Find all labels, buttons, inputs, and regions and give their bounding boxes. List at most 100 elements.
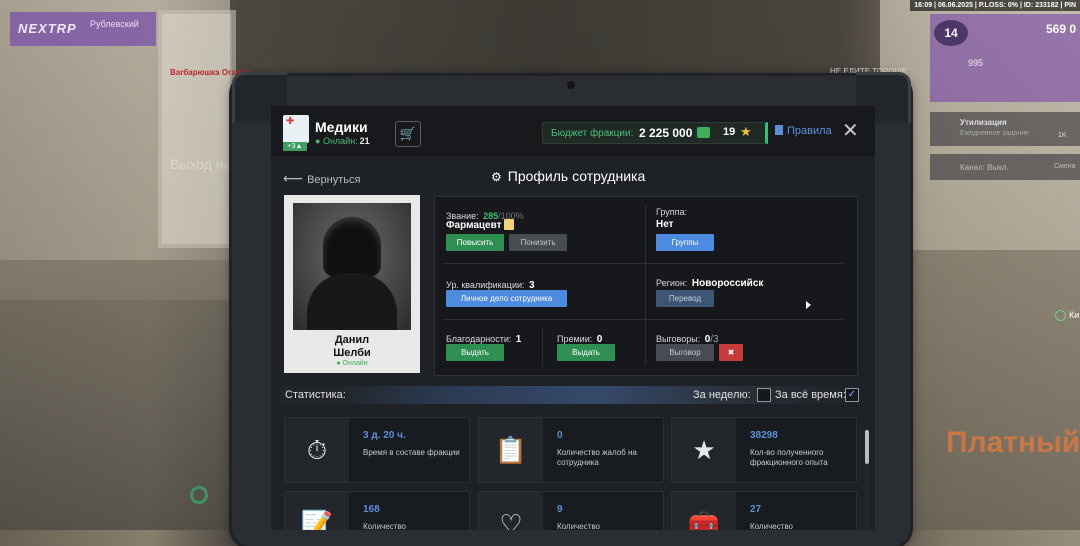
week-filter-label: За неделю: (693, 389, 751, 401)
voice-channel-switch[interactable]: Смена (1054, 163, 1076, 170)
give-thanks-button[interactable]: Выдать (446, 344, 504, 361)
faction-stars: 19 (723, 126, 736, 138)
transfer-button[interactable]: Перевод (656, 290, 714, 307)
employee-photo (293, 203, 411, 330)
stat-label: Кол-во полученного фракционного опыта (750, 448, 828, 467)
remove-reprimand-icon[interactable]: ✖ (719, 344, 743, 361)
thanks-label: Благодарности: (446, 334, 512, 344)
exp-stars-icon: ★ (672, 418, 736, 482)
week-checkbox[interactable] (757, 388, 771, 402)
stat-value: 0 (557, 430, 563, 441)
stat-label: Время в составе фракции (363, 448, 460, 457)
region-value: Новороссийск (691, 278, 764, 289)
employee-name: Данил Шелби (333, 334, 371, 359)
qualification-label: Ур. квалификации: (446, 280, 525, 290)
player-money: 569 0 (1046, 22, 1077, 36)
daily-task-subtitle: Ежедневное задание (960, 130, 1029, 137)
back-button[interactable]: ⟵ Вернуться (283, 170, 360, 187)
divider (645, 205, 646, 365)
faction-online: ● Онлайн: 21 (315, 136, 370, 146)
demote-button[interactable]: Понизить (509, 234, 567, 251)
stat-tile: 📋 0 Количество жалоб на сотрудника (478, 417, 664, 483)
groups-button[interactable]: Группы (656, 234, 714, 251)
rules-link[interactable]: Правила (775, 125, 832, 137)
budget-label: Бюджет фракции: (551, 128, 634, 139)
world-marker-icon (190, 486, 208, 504)
faction-header: +3▲ Медики ● Онлайн:21 🛒 Бюджет фракции:… (271, 106, 875, 156)
region-label: Регион: (656, 278, 688, 288)
faction-rating-badge: +3▲ (283, 142, 307, 151)
bonus-label: Премии: (557, 334, 593, 344)
brand-name: NEXTRP (18, 21, 77, 36)
group-value: Нет (656, 219, 674, 230)
daily-task-reward: 1K (1058, 132, 1067, 139)
world-paid-label: Платный (946, 426, 1080, 459)
employee-online-status: ● Онлайн (336, 360, 368, 367)
rank-name-text: Фармацевт (446, 220, 502, 231)
online-label: Онлайн: (322, 136, 358, 146)
group-label: Группа: (656, 207, 688, 217)
stat-tile: 📝 168 Количество (284, 491, 470, 530)
reprimand-button[interactable]: Выговор (656, 344, 714, 361)
all-time-checkbox[interactable]: ✓ (845, 388, 859, 402)
background-door (158, 10, 236, 248)
stat-tile: ★ 38298 Кол-во полученного фракционного … (671, 417, 857, 483)
promote-button[interactable]: Повысить (446, 234, 504, 251)
budget-amount: 2 225 000 (639, 126, 693, 140)
world-exit-label: Выход на (170, 156, 232, 172)
all-time-filter-label: За всё время: (775, 389, 846, 401)
stat-label: Количество (363, 522, 406, 530)
region-section: Регион: Новороссийск (656, 273, 763, 291)
status-bar: 16:09 | 06.06.2025 | P.LOSS: 0% | ID: 23… (910, 0, 1080, 11)
faction-budget: Бюджет фракции: 2 225 000 19 ★ (542, 122, 768, 144)
rank-name: Фармацевт (446, 219, 515, 231)
divider (443, 263, 843, 264)
daily-task-title: Утилизация (960, 118, 1007, 127)
daily-task-panel[interactable]: Утилизация Ежедневное задание 1K (930, 112, 1080, 146)
arrow-left-icon: ⟵ (283, 170, 304, 186)
cart-button[interactable]: 🛒 (395, 121, 421, 147)
rank-badge-icon (504, 219, 515, 230)
close-icon[interactable]: ✕ (842, 118, 859, 143)
divider (542, 327, 543, 367)
complaint-icon: 📋 (479, 418, 543, 482)
player-level: 14 (934, 20, 968, 46)
gear-icon: ⚙ (491, 170, 502, 184)
checklist-icon: 📝 (285, 492, 349, 530)
divider (443, 319, 843, 320)
stat-label: Количество (750, 522, 793, 530)
page-title: ⚙ Профиль сотрудника (491, 168, 645, 184)
employee-info-grid: Звание: 285/100% Фармацевт Повысить Пони… (434, 196, 858, 376)
reprimand-label: Выговоры: (656, 334, 701, 344)
stat-label: Количество (557, 522, 600, 530)
online-count: 21 (359, 136, 370, 146)
voice-channel-label: Канал: Выкл. (960, 163, 1009, 172)
medkit-icon: 🧰 (672, 492, 736, 530)
give-bonus-button[interactable]: Выдать (557, 344, 615, 361)
stat-tile: 🧰 27 Количество (671, 491, 857, 530)
world-marker-label: Ки (1055, 310, 1079, 321)
personal-file-button[interactable]: Личное дело сотрудника (446, 290, 567, 307)
star-icon: ★ (740, 124, 752, 139)
scrollbar-thumb[interactable] (865, 430, 869, 464)
mouse-cursor-icon (806, 301, 811, 309)
statistics-title: Статистика: (285, 389, 346, 401)
stat-label: Количество жалоб на сотрудника (557, 448, 637, 467)
tablet-screen: +3▲ Медики ● Онлайн:21 🛒 Бюджет фракции:… (271, 106, 875, 530)
background-floor-right (880, 250, 1080, 530)
tablet-camera (566, 80, 576, 90)
stat-value: 168 (363, 504, 380, 515)
employee-card: Данил Шелби ● Онлайн (284, 195, 420, 373)
hospital-icon (283, 115, 309, 143)
stat-value: 27 (750, 504, 762, 515)
back-label: Вернуться (307, 174, 361, 186)
page-title-text: Профиль сотрудника (507, 168, 646, 184)
voice-channel-panel[interactable]: Канал: Выкл. Смена (930, 154, 1080, 180)
stat-value: 38298 (750, 430, 778, 441)
stat-value: 3 д. 20 ч. (363, 430, 406, 441)
server-name: Рублевский (90, 19, 139, 29)
faction-name: Медики (315, 119, 368, 135)
cash-icon (697, 127, 710, 138)
stat-tile: ⏱ 3 д. 20 ч. Время в составе фракции (284, 417, 470, 483)
stopwatch-icon: ⏱ (285, 418, 349, 482)
